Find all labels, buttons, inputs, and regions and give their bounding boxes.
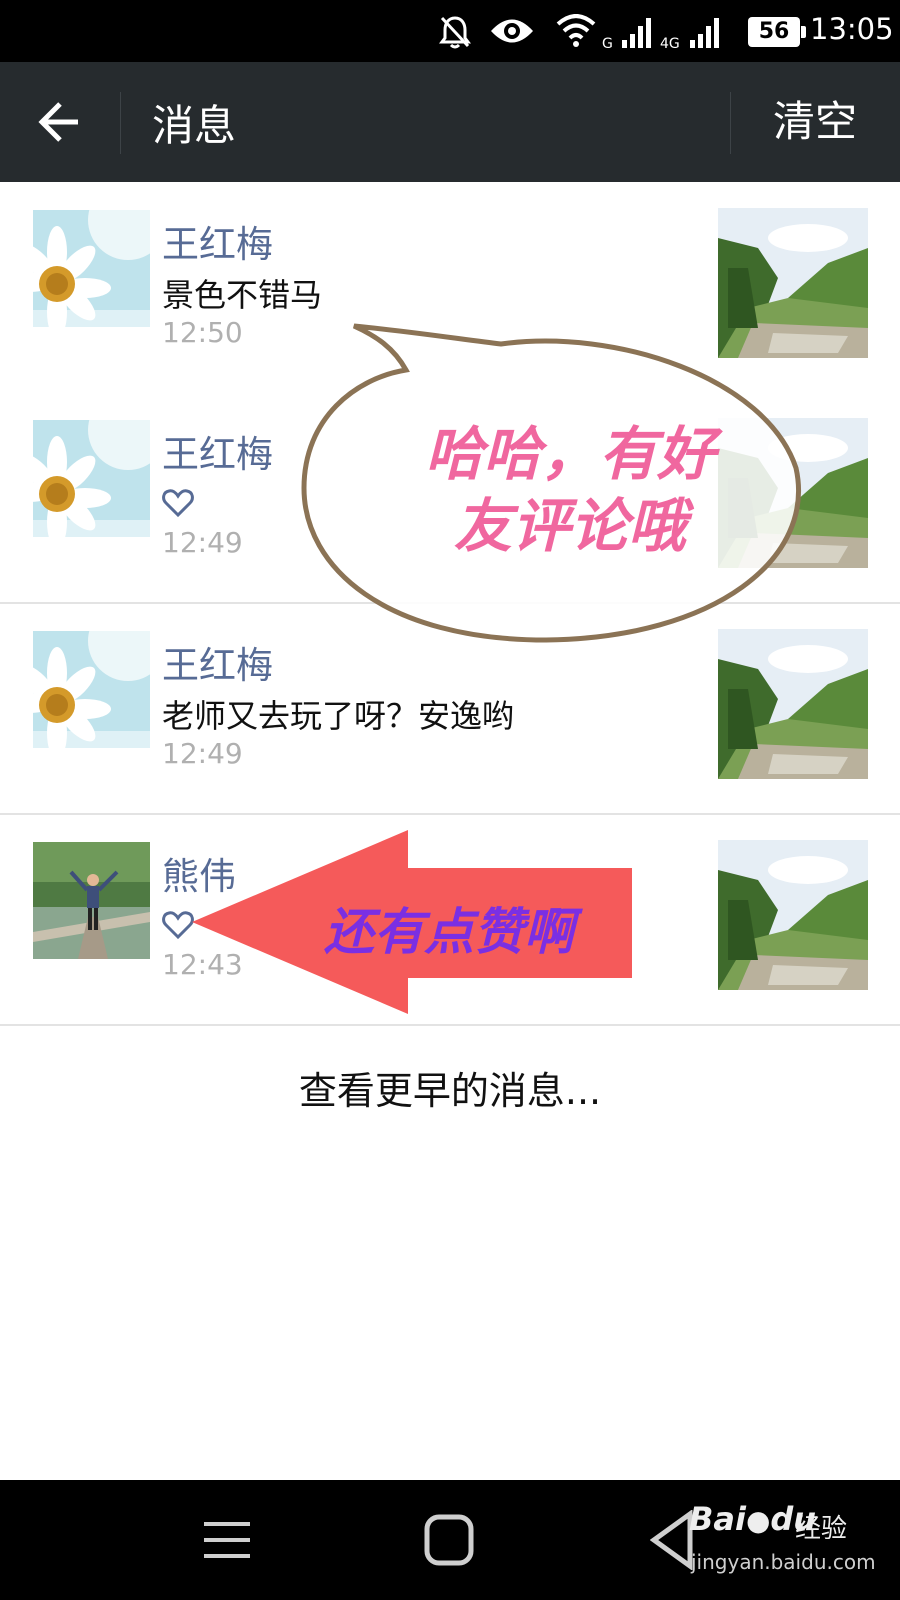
comment-text: 老师又去玩了呀？安逸哟 <box>162 697 515 735</box>
heart-icon <box>162 489 194 518</box>
watermark-cn: 经验 <box>795 1514 848 1544</box>
header: 消息 清空 <box>0 62 900 182</box>
wifi-icon <box>556 14 596 47</box>
clear-button[interactable]: 清空 <box>730 62 900 182</box>
sender-name[interactable]: 王红梅 <box>162 424 273 478</box>
post-thumbnail[interactable] <box>718 629 868 779</box>
svg-text:G: G <box>602 36 613 50</box>
svg-text:4G: 4G <box>660 36 680 50</box>
mute-bell-icon <box>439 16 471 49</box>
message-time: 12:50 <box>162 316 243 349</box>
daisy-avatar[interactable] <box>33 631 150 748</box>
battery-icon: 56 <box>748 17 806 47</box>
back-arrow-icon <box>38 102 78 142</box>
person-avatar[interactable] <box>33 842 150 959</box>
baidu-watermark: Bai●du 经验 jingyan.baidu.com <box>655 1500 876 1580</box>
paw-icon: ● <box>745 1504 771 1537</box>
sender-name[interactable]: 王红梅 <box>162 214 273 268</box>
page-title: 消息 <box>152 101 237 150</box>
status-bar: G 4G 56 13:05 <box>0 0 900 62</box>
status-time: 13:05 <box>810 12 894 46</box>
home-icon[interactable] <box>424 1514 474 1566</box>
comment-text: 景色不错马 <box>162 276 323 314</box>
bubble-annotation-text: 哈哈，有好 友评论哦 <box>424 420 715 560</box>
watermark-url: jingyan.baidu.com <box>691 1550 876 1574</box>
heart-icon <box>162 911 194 940</box>
4g-signal-icon: 4G <box>660 18 719 50</box>
signal-icon: G <box>602 18 651 50</box>
load-earlier-button[interactable]: 查看更早的消息... <box>0 1060 900 1115</box>
message-time: 12:49 <box>162 737 243 770</box>
post-thumbnail[interactable] <box>718 840 868 990</box>
list-divider <box>0 1024 900 1026</box>
eye-icon <box>491 19 533 43</box>
header-divider <box>120 92 121 154</box>
message-time: 12:49 <box>162 526 243 559</box>
menu-icon[interactable] <box>204 1520 250 1560</box>
sender-name[interactable]: 王红梅 <box>162 635 273 689</box>
daisy-avatar[interactable] <box>33 420 150 537</box>
back-button[interactable] <box>0 62 120 182</box>
arrow-annotation-text: 还有点赞啊 <box>324 903 574 961</box>
daisy-avatar[interactable] <box>33 210 150 327</box>
